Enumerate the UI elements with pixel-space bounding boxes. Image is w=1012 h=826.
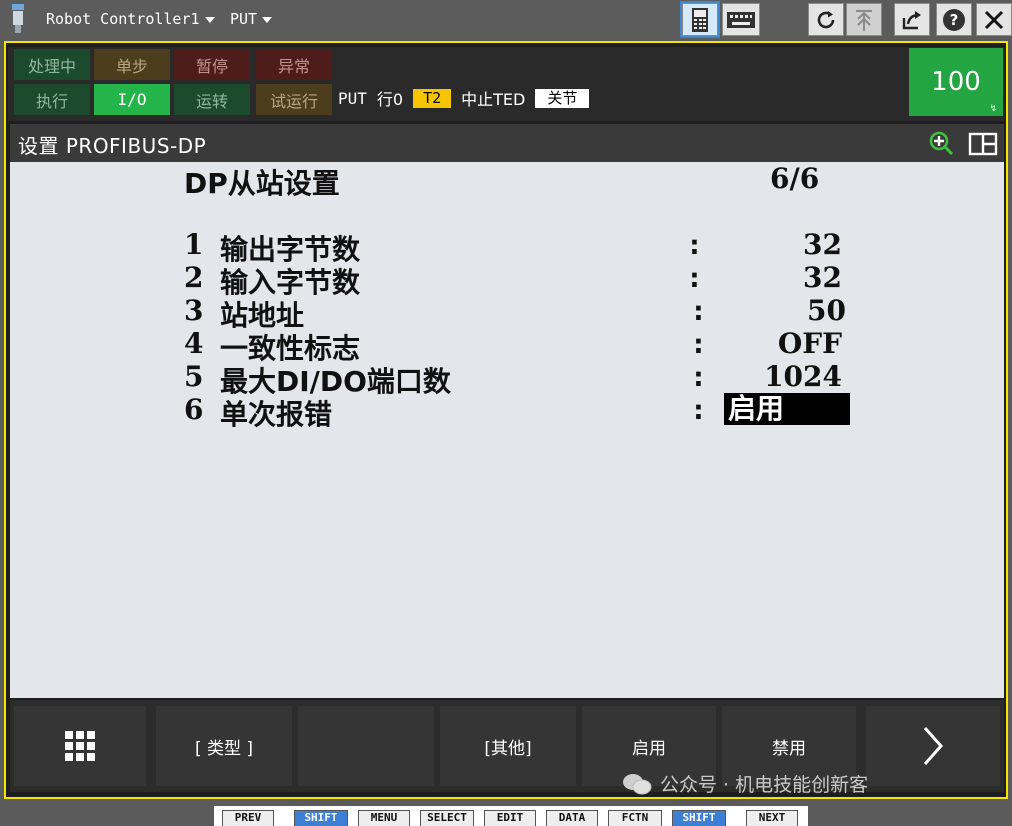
stack-up-icon bbox=[856, 9, 872, 31]
f1-type-button[interactable]: [ 类型 ] bbox=[156, 706, 292, 786]
row-number: 2 bbox=[184, 261, 204, 294]
row-value-cursor[interactable]: 启用 bbox=[724, 393, 850, 425]
external-link-icon bbox=[902, 10, 921, 29]
screen-title: 设置 PROFIBUS-DP bbox=[18, 134, 207, 158]
execution-state: 中止TED bbox=[461, 90, 526, 109]
key-shift-left[interactable]: SHIFT bbox=[294, 810, 348, 826]
row-value: OFF bbox=[777, 327, 842, 360]
row-number: 4 bbox=[184, 327, 204, 360]
key-next[interactable]: NEXT bbox=[746, 810, 798, 826]
teach-pendant-icon bbox=[12, 4, 24, 33]
status-processing: 处理中 bbox=[14, 49, 90, 80]
mode-badge: T2 bbox=[413, 88, 452, 108]
row-colon: : bbox=[686, 261, 703, 294]
help-button[interactable]: ? bbox=[936, 3, 972, 36]
pendant-icon bbox=[692, 7, 708, 32]
row-value: 32 bbox=[803, 228, 842, 261]
row-label: 单次报错 bbox=[220, 398, 333, 431]
key-edit[interactable]: EDIT bbox=[484, 810, 536, 826]
screen-header: 设置 PROFIBUS-DP bbox=[10, 124, 1004, 162]
row-value: 32 bbox=[803, 261, 842, 294]
chevron-right-icon bbox=[923, 727, 944, 765]
stack-button[interactable] bbox=[846, 3, 882, 36]
chevron-down-icon bbox=[262, 16, 273, 23]
program-selector[interactable]: PUT bbox=[230, 10, 273, 28]
close-icon bbox=[984, 10, 1004, 29]
content-area: DP从站设置 6/6 1 输出字节数 : 32 2 输入字节数 : 32 3 站… bbox=[10, 162, 1004, 698]
svg-text:?: ? bbox=[950, 11, 959, 29]
row-number: 1 bbox=[184, 228, 204, 261]
f2-button[interactable] bbox=[298, 706, 434, 786]
row-value: 50 bbox=[807, 294, 846, 327]
row-number: 5 bbox=[184, 360, 204, 393]
program-name: PUT bbox=[230, 10, 258, 28]
wechat-icon bbox=[623, 773, 652, 794]
keyboard-button[interactable] bbox=[722, 3, 760, 36]
controller-selector[interactable]: Robot Controller1 bbox=[46, 10, 215, 28]
row-colon: : bbox=[690, 360, 707, 393]
help-icon: ? bbox=[943, 8, 965, 31]
title-bar: Robot Controller1 PUT ? bbox=[0, 0, 1012, 40]
screen-heading: DP从站设置 bbox=[184, 167, 340, 200]
row-colon: : bbox=[690, 393, 707, 426]
key-prev[interactable]: PREV bbox=[222, 810, 274, 826]
row-number: 3 bbox=[184, 294, 204, 327]
refresh-button[interactable] bbox=[808, 3, 844, 36]
key-data[interactable]: DATA bbox=[546, 810, 598, 826]
status-run: 执行 bbox=[14, 84, 90, 115]
page-indicator: 6/6 bbox=[770, 162, 820, 195]
watermark: 公众号 · 机电技能创新客 bbox=[622, 770, 868, 797]
override-value: 100 bbox=[931, 67, 981, 97]
menu-grid-button[interactable] bbox=[14, 706, 146, 786]
row-colon: : bbox=[690, 327, 707, 360]
status-fault: 异常 bbox=[256, 49, 332, 80]
chevron-down-icon bbox=[204, 16, 215, 23]
status-io: I/O bbox=[94, 84, 170, 115]
coord-system-badge: 关节 bbox=[535, 88, 590, 108]
zoom-in-icon[interactable] bbox=[928, 130, 954, 156]
speed-override[interactable]: 100 ↯ bbox=[909, 48, 1003, 116]
watermark-text: 公众号 · 机电技能创新客 bbox=[660, 774, 869, 796]
refresh-icon bbox=[817, 10, 835, 28]
row-colon: : bbox=[690, 294, 707, 327]
status-hold: 暂停 bbox=[174, 49, 250, 80]
controller-name: Robot Controller1 bbox=[46, 10, 200, 28]
line-number: 行0 bbox=[376, 90, 404, 109]
teach-pendant-view-button[interactable] bbox=[680, 1, 720, 38]
next-page-button[interactable] bbox=[866, 706, 1000, 786]
status-single-step: 单步 bbox=[94, 49, 170, 80]
program-status-line: PUT 行0 T2 中止TED 关节 bbox=[338, 86, 590, 110]
status-operation: 运转 bbox=[174, 84, 250, 115]
status-test-run: 试运行 bbox=[256, 84, 332, 115]
row-number: 6 bbox=[184, 393, 204, 426]
override-arrow-icon: ↯ bbox=[989, 104, 997, 114]
key-select[interactable]: SELECT bbox=[420, 810, 474, 826]
key-fctn[interactable]: FCTN bbox=[608, 810, 662, 826]
keyboard-icon bbox=[727, 11, 755, 28]
row-value: 1024 bbox=[764, 360, 842, 393]
key-menu[interactable]: MENU bbox=[358, 810, 410, 826]
split-window-icon[interactable] bbox=[968, 132, 998, 156]
key-shift-right[interactable]: SHIFT bbox=[672, 810, 726, 826]
row-colon: : bbox=[686, 228, 703, 261]
external-link-button[interactable] bbox=[894, 3, 930, 36]
grid-icon bbox=[65, 731, 95, 761]
program-name: PUT bbox=[338, 88, 367, 108]
close-button[interactable] bbox=[976, 3, 1012, 36]
f3-other-button[interactable]: [其他] bbox=[440, 706, 576, 786]
